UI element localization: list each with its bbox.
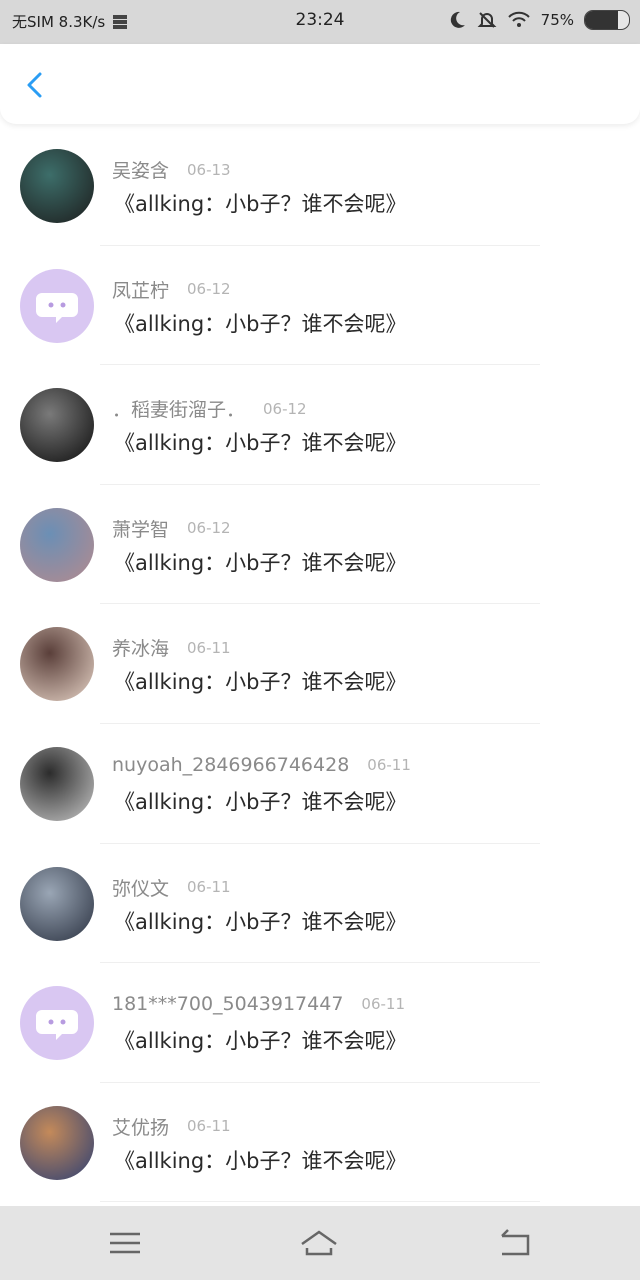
top-header — [0, 44, 640, 124]
message-preview: 《allking：小b子？谁不会呢》 — [114, 789, 407, 814]
list-item[interactable]: 凤芷柠 06-12 《allking：小b子？谁不会呢》 — [0, 246, 640, 366]
battery-icon — [584, 10, 630, 30]
default-avatar-icon[interactable] — [20, 268, 94, 343]
username[interactable]: 萧学智 — [112, 515, 169, 542]
message-preview: 《allking：小b子？谁不会呢》 — [114, 192, 407, 216]
avatar[interactable] — [20, 746, 94, 821]
list-item[interactable]: nuyoah_2846966746428 06-11 《allking：小b子？谁不… — [0, 724, 640, 844]
list-item[interactable]: 吴姿含 06-13 《allking：小b子？谁不会呢》 — [0, 126, 640, 246]
list-item[interactable]: ．稻妻街溜子． 06-12 《allking：小b子？谁不会呢》 — [0, 365, 640, 485]
username[interactable]: 艾优扬 — [112, 1113, 169, 1140]
avatar[interactable] — [20, 388, 94, 463]
list-item[interactable]: 养冰海 06-11 《allking：小b子？谁不会呢》 — [0, 604, 640, 724]
username[interactable]: 弥仪文 — [112, 874, 169, 901]
avatar[interactable] — [20, 1105, 94, 1180]
timestamp: 06-12 — [187, 280, 231, 299]
avatar[interactable] — [20, 627, 94, 702]
username[interactable]: 吴姿含 — [112, 156, 169, 183]
list-item[interactable]: 萧学智 06-12 《allking：小b子？谁不会呢》 — [0, 485, 640, 605]
battery-percent: 75% — [540, 11, 574, 29]
message-preview: 《allking：小b子？谁不会呢》 — [114, 1029, 407, 1054]
avatar[interactable] — [20, 149, 94, 223]
timestamp: 06-11 — [361, 995, 406, 1014]
battery-fill — [585, 11, 618, 29]
list-item[interactable]: 艾优扬 06-11 《allking：小b子？谁不会呢》 — [0, 1083, 640, 1203]
default-avatar-icon[interactable] — [20, 986, 94, 1061]
moon-icon — [450, 11, 465, 28]
username[interactable]: 养冰海 — [112, 634, 169, 661]
timestamp: 06-11 — [187, 878, 231, 897]
status-bar: 无SIM 8.3K/s 23:24 75% — [0, 0, 640, 44]
message-preview: 《allking：小b子？谁不会呢》 — [114, 909, 407, 934]
message-preview: 《allking：小b子？谁不会呢》 — [114, 670, 407, 695]
wifi-icon — [507, 11, 530, 27]
divider — [100, 1201, 540, 1203]
timestamp: 06-13 — [187, 160, 231, 179]
message-preview: 《allking：小b子？谁不会呢》 — [114, 1148, 407, 1173]
timestamp: 06-12 — [187, 519, 231, 538]
username[interactable]: 181***700_5043917447 — [112, 993, 343, 1015]
message-preview: 《allking：小b子？谁不会呢》 — [114, 550, 407, 575]
chat-bubble-icon — [36, 1010, 78, 1041]
message-list: 吴姿含 06-13 《allking：小b子？谁不会呢》 凤芷柠 06-12 《allki… — [0, 126, 640, 1203]
message-preview: 《allking：小b子？谁不会呢》 — [114, 431, 407, 456]
back-icon[interactable] — [494, 1224, 536, 1262]
avatar[interactable] — [20, 866, 94, 941]
timestamp: 06-11 — [187, 638, 231, 657]
timestamp: 06-11 — [367, 755, 411, 774]
message-preview: 《allking：小b子？谁不会呢》 — [114, 311, 407, 336]
list-item[interactable]: 181***700_5043917447 06-11 《allking：小b子？谁不… — [0, 963, 640, 1083]
back-chevron-icon[interactable] — [20, 70, 50, 100]
username[interactable]: ．稻妻街溜子． — [112, 395, 245, 422]
timestamp: 06-11 — [187, 1117, 231, 1136]
username[interactable]: 凤芷柠 — [112, 276, 169, 303]
list-item[interactable]: 弥仪文 06-11 《allking：小b子？谁不会呢》 — [0, 844, 640, 964]
chat-bubble-icon — [36, 292, 78, 323]
system-nav-bar — [0, 1206, 640, 1280]
home-icon[interactable] — [298, 1224, 340, 1262]
mute-icon — [477, 12, 497, 28]
timestamp: 06-12 — [263, 399, 307, 418]
username[interactable]: nuyoah_2846966746428 — [112, 754, 349, 776]
avatar[interactable] — [20, 507, 94, 582]
menu-icon[interactable] — [104, 1224, 146, 1262]
